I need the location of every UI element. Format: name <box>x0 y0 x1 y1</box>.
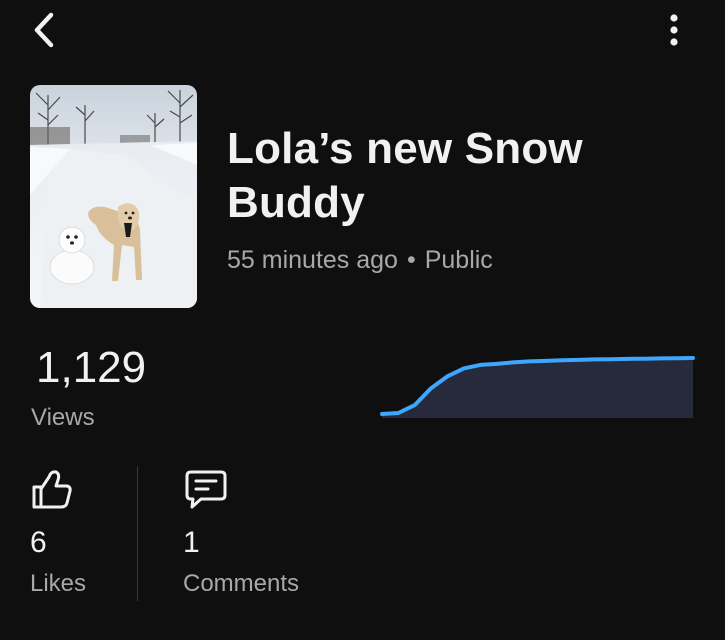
likes-label: Likes <box>30 570 87 597</box>
stats-divider <box>137 466 138 601</box>
chevron-left-icon <box>34 12 54 48</box>
visibility-status: Public <box>424 246 493 274</box>
comments-count: 1 <box>183 526 200 559</box>
views-chart <box>380 356 695 418</box>
more-options-button[interactable] <box>652 8 696 52</box>
comment-icon <box>185 470 227 509</box>
comments-label: Comments <box>183 570 300 597</box>
thumbs-up-icon <box>32 470 72 509</box>
views-label: Views <box>31 404 95 431</box>
video-thumbnail[interactable] <box>30 85 197 308</box>
likes-count: 6 <box>30 526 47 559</box>
like-button[interactable] <box>30 468 74 510</box>
vertical-dots-icon <box>670 14 678 46</box>
meta-separator: • <box>406 246 416 274</box>
upload-age: 55 minutes ago <box>227 246 398 274</box>
video-meta: 55 minutes ago • Public <box>227 243 493 277</box>
views-count: 1,129 <box>36 343 147 392</box>
dog-and-snowman-photo <box>30 85 197 308</box>
comment-button[interactable] <box>183 468 229 512</box>
video-title: Lola’s new Snow Buddy <box>227 124 583 227</box>
back-button[interactable] <box>22 8 66 52</box>
